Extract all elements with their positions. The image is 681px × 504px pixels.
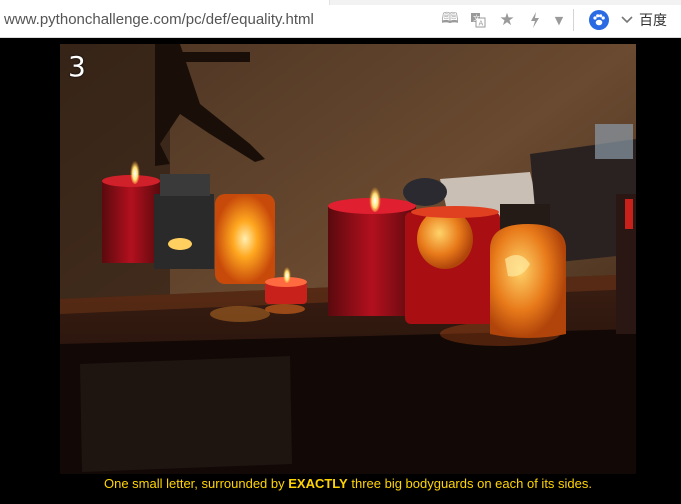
toolbar-icons: 🕮 文 A ★ ▼ 百度	[431, 5, 681, 35]
star-icon[interactable]: ★	[496, 9, 518, 31]
puzzle-caption: One small letter, surrounded by EXACTLY …	[60, 476, 636, 491]
candles-image	[60, 44, 636, 474]
bolt-icon[interactable]	[524, 9, 546, 31]
candles-photo: 3	[60, 44, 636, 474]
toolbar-separator	[573, 9, 574, 31]
reader-icon[interactable]: 🕮	[439, 9, 461, 31]
active-tab[interactable]	[0, 0, 330, 5]
photo-number: 3	[68, 50, 86, 83]
paw-icon[interactable]	[589, 10, 609, 30]
svg-text:A: A	[479, 20, 484, 28]
caption-text-before: One small letter, surrounded by	[103, 476, 289, 491]
browser-toolbar: www.pythonchallenge.com/pc/def/equality.…	[0, 0, 681, 38]
caret-down-icon[interactable]: ▼	[548, 9, 570, 31]
chevron-down-icon[interactable]	[616, 9, 638, 31]
translate-icon[interactable]: 文 A	[467, 9, 489, 31]
search-engine-label[interactable]: 百度	[639, 9, 679, 31]
caption-emphasis: EXACTLY	[288, 476, 348, 491]
address-bar[interactable]: www.pythonchallenge.com/pc/def/equality.…	[4, 11, 314, 28]
caption-text-after: three big bodyguards on each of its side…	[347, 476, 592, 491]
